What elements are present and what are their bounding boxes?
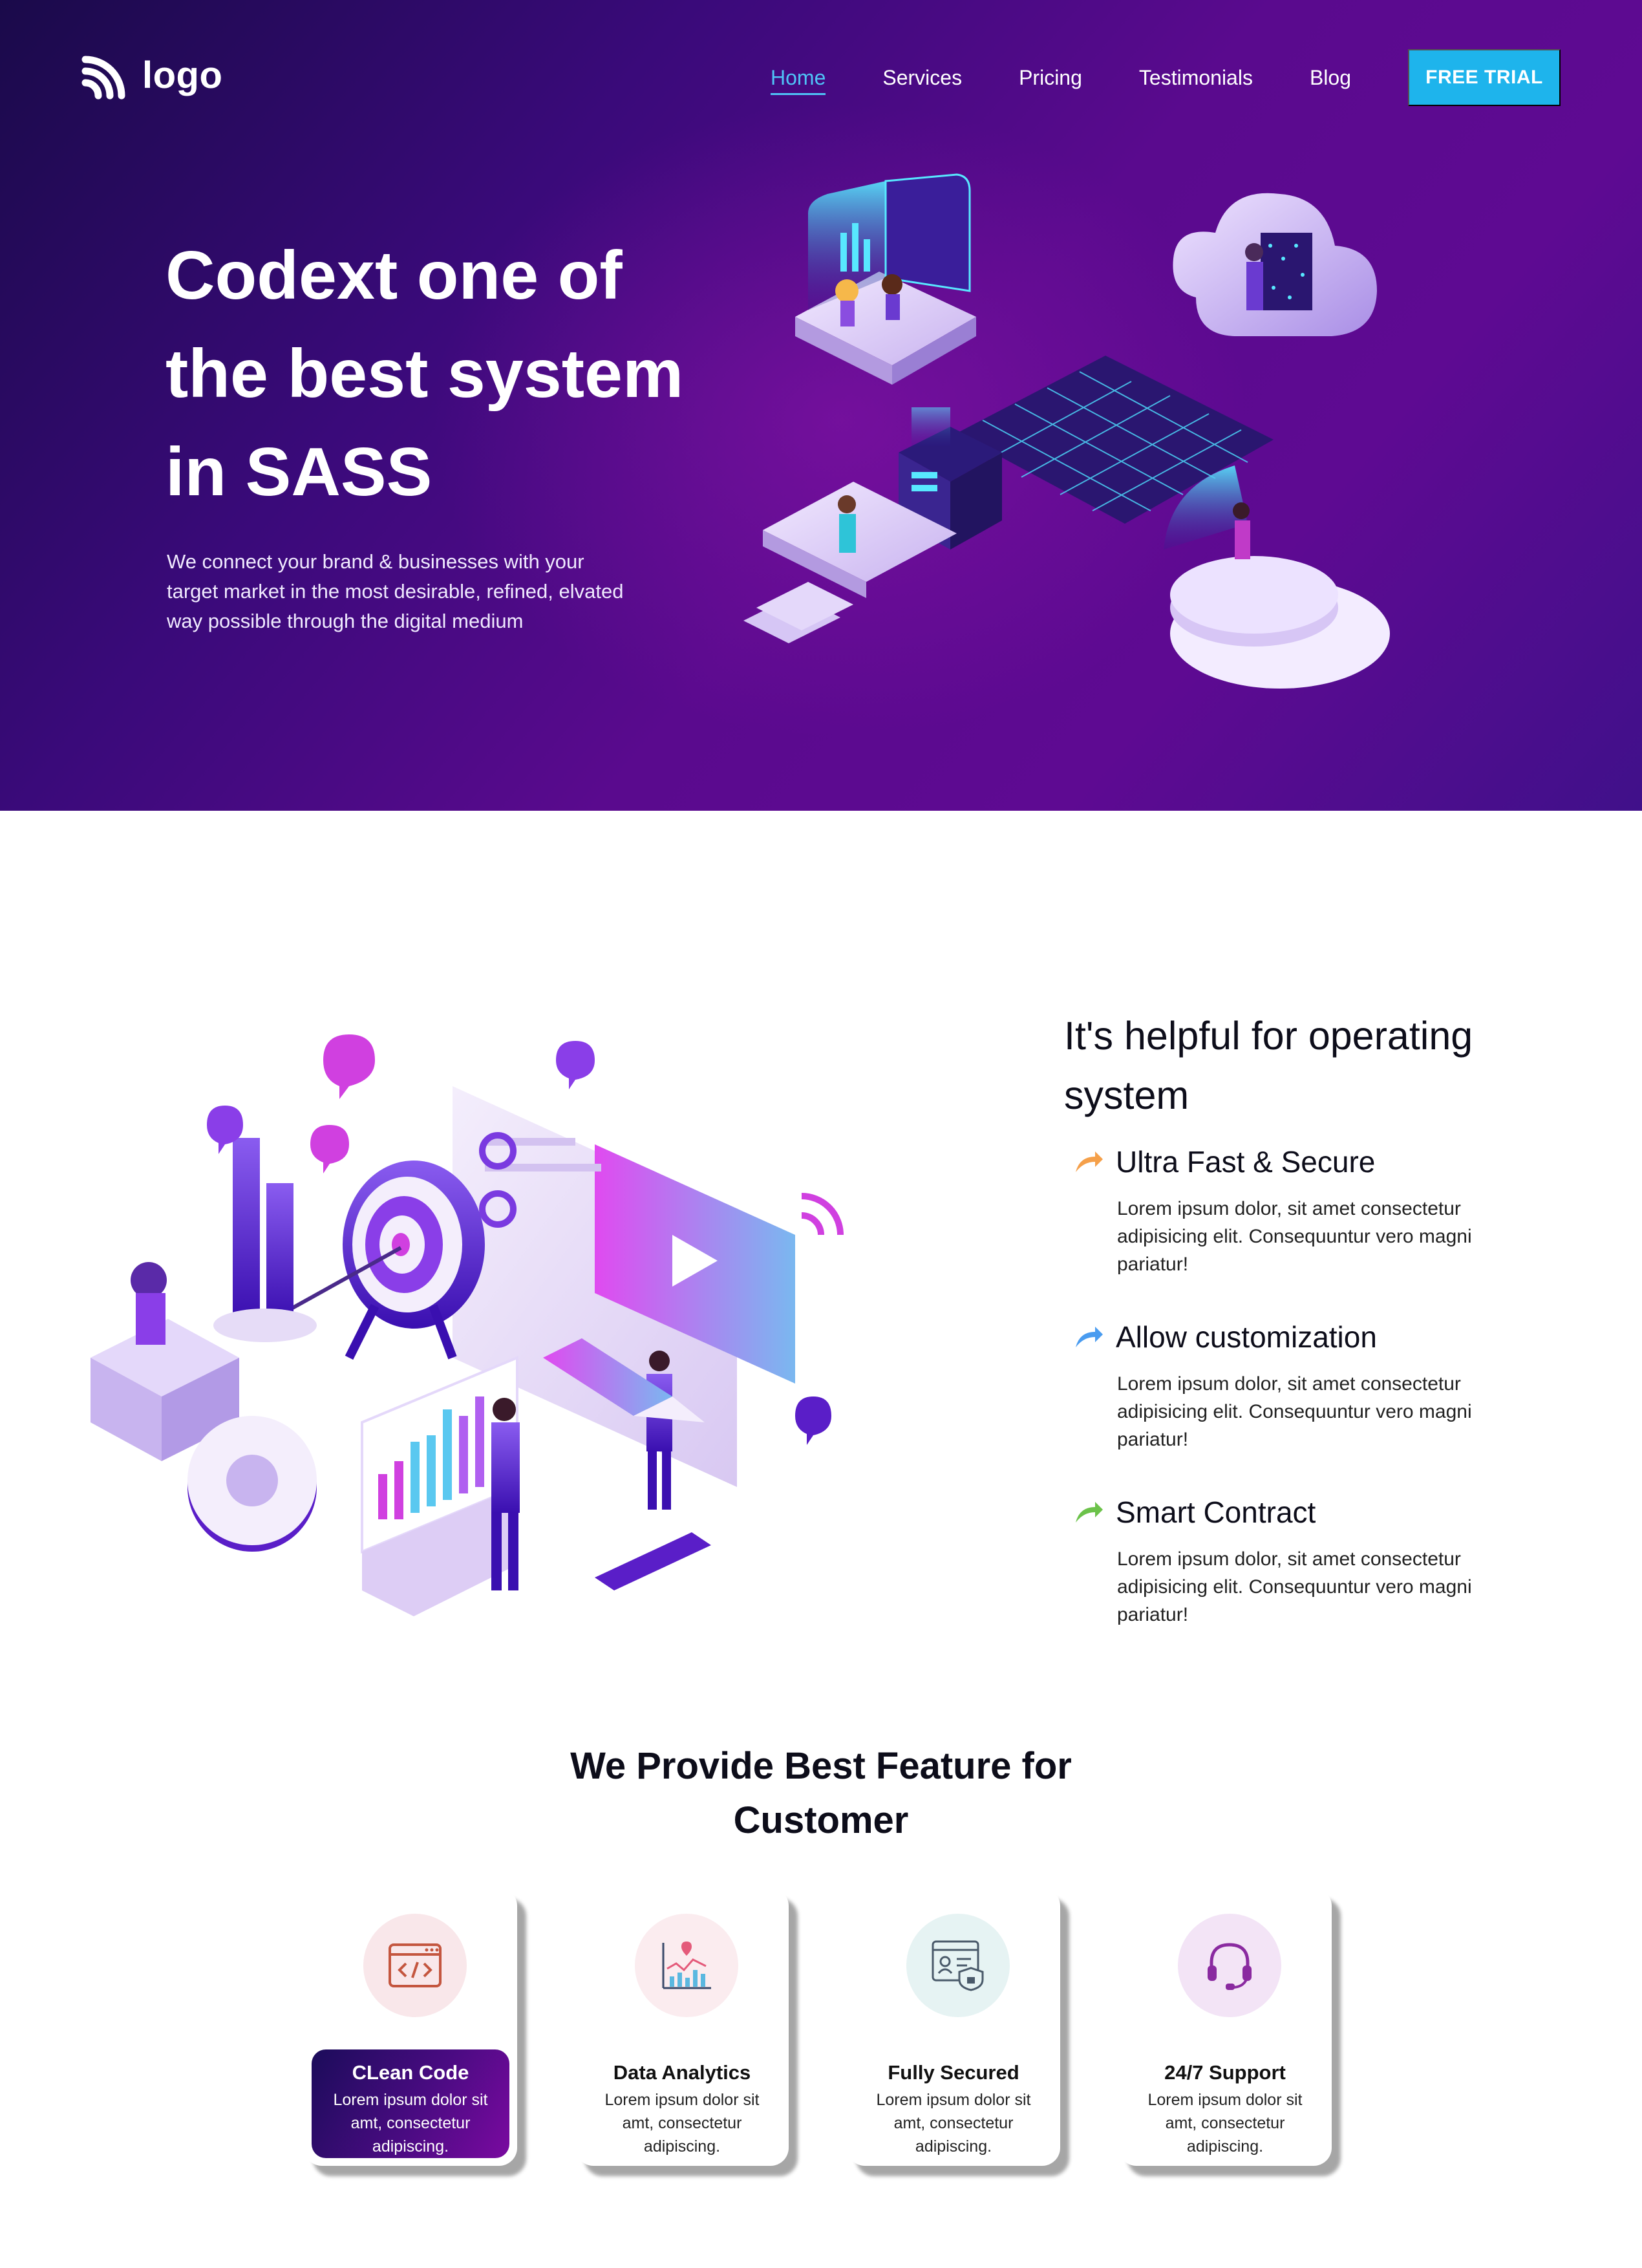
- feature-desc-line: Lorem ipsum dolor, sit amet consectetur: [1117, 1548, 1461, 1570]
- features-section-title: We Provide Best Feature for Customer: [0, 1739, 1642, 1848]
- helpful-title-line: system: [1064, 1073, 1189, 1117]
- card-desc-line: amt, consectetur: [622, 2114, 742, 2132]
- card-icon-circle: [363, 1914, 467, 2017]
- code-window-icon: [389, 1943, 442, 1987]
- card-description: Lorem ipsum dolor sit amt, consectetur a…: [312, 2088, 509, 2158]
- feature-desc-line: adipisicing elit. Consequuntur vero magn…: [1117, 1226, 1472, 1247]
- feature-card-clean-code[interactable]: CLean Code Lorem ipsum dolor sit amt, co…: [304, 1888, 517, 2166]
- free-trial-button[interactable]: FREE TRIAL: [1408, 49, 1561, 106]
- hero-title: Codext one of the best system in SASS: [165, 226, 747, 521]
- nav-testimonials[interactable]: Testimonials: [1139, 66, 1253, 90]
- feature-card-data-analytics[interactable]: Data Analytics Lorem ipsum dolor sit amt…: [575, 1888, 789, 2166]
- feature-desc-line: adipisicing elit. Consequuntur vero magn…: [1117, 1576, 1472, 1598]
- feature-desc-line: pariatur!: [1117, 1604, 1189, 1625]
- card-title: Fully Secured: [888, 2061, 1019, 2084]
- hero-title-line: the best system: [165, 336, 684, 412]
- feature-desc-line: Lorem ipsum dolor, sit amet consectetur: [1117, 1373, 1461, 1395]
- helpful-section-title: It's helpful for operating system: [1064, 1006, 1594, 1125]
- feature-desc-line: pariatur!: [1117, 1429, 1189, 1450]
- hero-title-line: in SASS: [165, 434, 432, 510]
- hero-subtitle-line: We connect your brand & businesses with …: [167, 550, 584, 573]
- feature-description: Lorem ipsum dolor, sit amet consectetur …: [1117, 1370, 1577, 1453]
- feature-name: Allow customization: [1116, 1320, 1377, 1354]
- card-desc-line: adipiscing.: [1186, 2137, 1264, 2156]
- feature-item: Smart Contract Lorem ipsum dolor, sit am…: [1073, 1495, 1577, 1629]
- card-description: Lorem ipsum dolor sit amt, consectetur a…: [1126, 2088, 1324, 2158]
- card-description: Lorem ipsum dolor sit amt, consectetur a…: [855, 2088, 1052, 2158]
- logo-text: logo: [142, 54, 223, 96]
- card-icon-circle: [1178, 1914, 1281, 2017]
- nav-pricing[interactable]: Pricing: [1019, 66, 1082, 90]
- card-icon-circle: [635, 1914, 738, 2017]
- card-title: Data Analytics: [613, 2061, 751, 2084]
- curved-arrow-icon: [1076, 1502, 1103, 1523]
- hero-isometric-illustration: [743, 173, 1390, 689]
- logo-mark-icon: [81, 56, 125, 100]
- feature-description: Lorem ipsum dolor, sit amet consectetur …: [1117, 1195, 1577, 1278]
- card-desc-line: adipiscing.: [372, 2137, 449, 2156]
- feature-item: Allow customization Lorem ipsum dolor, s…: [1073, 1320, 1577, 1453]
- card-title: CLean Code: [352, 2061, 469, 2084]
- card-text-block: CLean Code Lorem ipsum dolor sit amt, co…: [312, 2049, 509, 2158]
- feature-item: Ultra Fast & Secure Lorem ipsum dolor, s…: [1073, 1144, 1577, 1278]
- secure-profile-icon: [932, 1940, 984, 1991]
- feature-desc-line: Lorem ipsum dolor, sit amet consectetur: [1117, 1198, 1461, 1219]
- feature-name: Ultra Fast & Secure: [1116, 1145, 1376, 1179]
- card-desc-line: Lorem ipsum dolor sit: [333, 2091, 488, 2109]
- card-desc-line: adipiscing.: [643, 2137, 721, 2156]
- card-text-block: Fully Secured Lorem ipsum dolor sit amt,…: [855, 2049, 1052, 2158]
- helpful-title-line: It's helpful for operating: [1064, 1014, 1473, 1058]
- marketing-isometric-illustration: [91, 1034, 844, 1616]
- card-title: 24/7 Support: [1164, 2061, 1286, 2084]
- feature-cards: CLean Code Lorem ipsum dolor sit amt, co…: [304, 1888, 1390, 2166]
- card-desc-line: adipiscing.: [915, 2137, 992, 2156]
- hero-subtitle: We connect your brand & businesses with …: [167, 547, 697, 636]
- hero-subtitle-line: way possible through the digital medium: [167, 610, 524, 632]
- card-icon-circle: [906, 1914, 1010, 2017]
- logo[interactable]: logo: [81, 50, 222, 100]
- feature-desc-line: pariatur!: [1117, 1254, 1189, 1275]
- card-desc-line: amt, consectetur: [893, 2114, 1014, 2132]
- card-desc-line: Lorem ipsum dolor sit: [1147, 2091, 1303, 2109]
- hero-title-line: Codext one of: [165, 237, 623, 314]
- card-text-block: 24/7 Support Lorem ipsum dolor sit amt, …: [1126, 2049, 1324, 2158]
- card-desc-line: Lorem ipsum dolor sit: [604, 2091, 760, 2109]
- helpful-feature-list: Ultra Fast & Secure Lorem ipsum dolor, s…: [1073, 1144, 1577, 1670]
- card-text-block: Data Analytics Lorem ipsum dolor sit amt…: [583, 2049, 781, 2158]
- card-desc-line: Lorem ipsum dolor sit: [876, 2091, 1031, 2109]
- features-title-line: We Provide Best Feature for: [570, 1745, 1072, 1787]
- card-desc-line: amt, consectetur: [350, 2114, 471, 2132]
- feature-name: Smart Contract: [1116, 1495, 1316, 1529]
- nav-home[interactable]: Home: [771, 66, 826, 95]
- card-description: Lorem ipsum dolor sit amt, consectetur a…: [583, 2088, 781, 2158]
- feature-desc-line: adipisicing elit. Consequuntur vero magn…: [1117, 1401, 1472, 1422]
- nav-blog[interactable]: Blog: [1310, 66, 1351, 90]
- headset-icon: [1208, 1943, 1252, 1990]
- nav-services[interactable]: Services: [882, 66, 962, 90]
- curved-arrow-icon: [1076, 1151, 1103, 1172]
- hero-section: logo Home Services Pricing Testimonials …: [0, 0, 1642, 811]
- analytics-chart-icon: [662, 1942, 711, 1989]
- feature-card-fully-secured[interactable]: Fully Secured Lorem ipsum dolor sit amt,…: [847, 1888, 1060, 2166]
- feature-description: Lorem ipsum dolor, sit amet consectetur …: [1117, 1545, 1577, 1629]
- feature-card-support[interactable]: 24/7 Support Lorem ipsum dolor sit amt, …: [1118, 1888, 1332, 2166]
- curved-arrow-icon: [1076, 1327, 1103, 1347]
- hero-subtitle-line: target market in the most desirable, ref…: [167, 580, 624, 603]
- main-nav: Home Services Pricing Testimonials Blog …: [771, 49, 1561, 106]
- card-desc-line: amt, consectetur: [1165, 2114, 1285, 2132]
- features-title-line: Customer: [733, 1799, 909, 1841]
